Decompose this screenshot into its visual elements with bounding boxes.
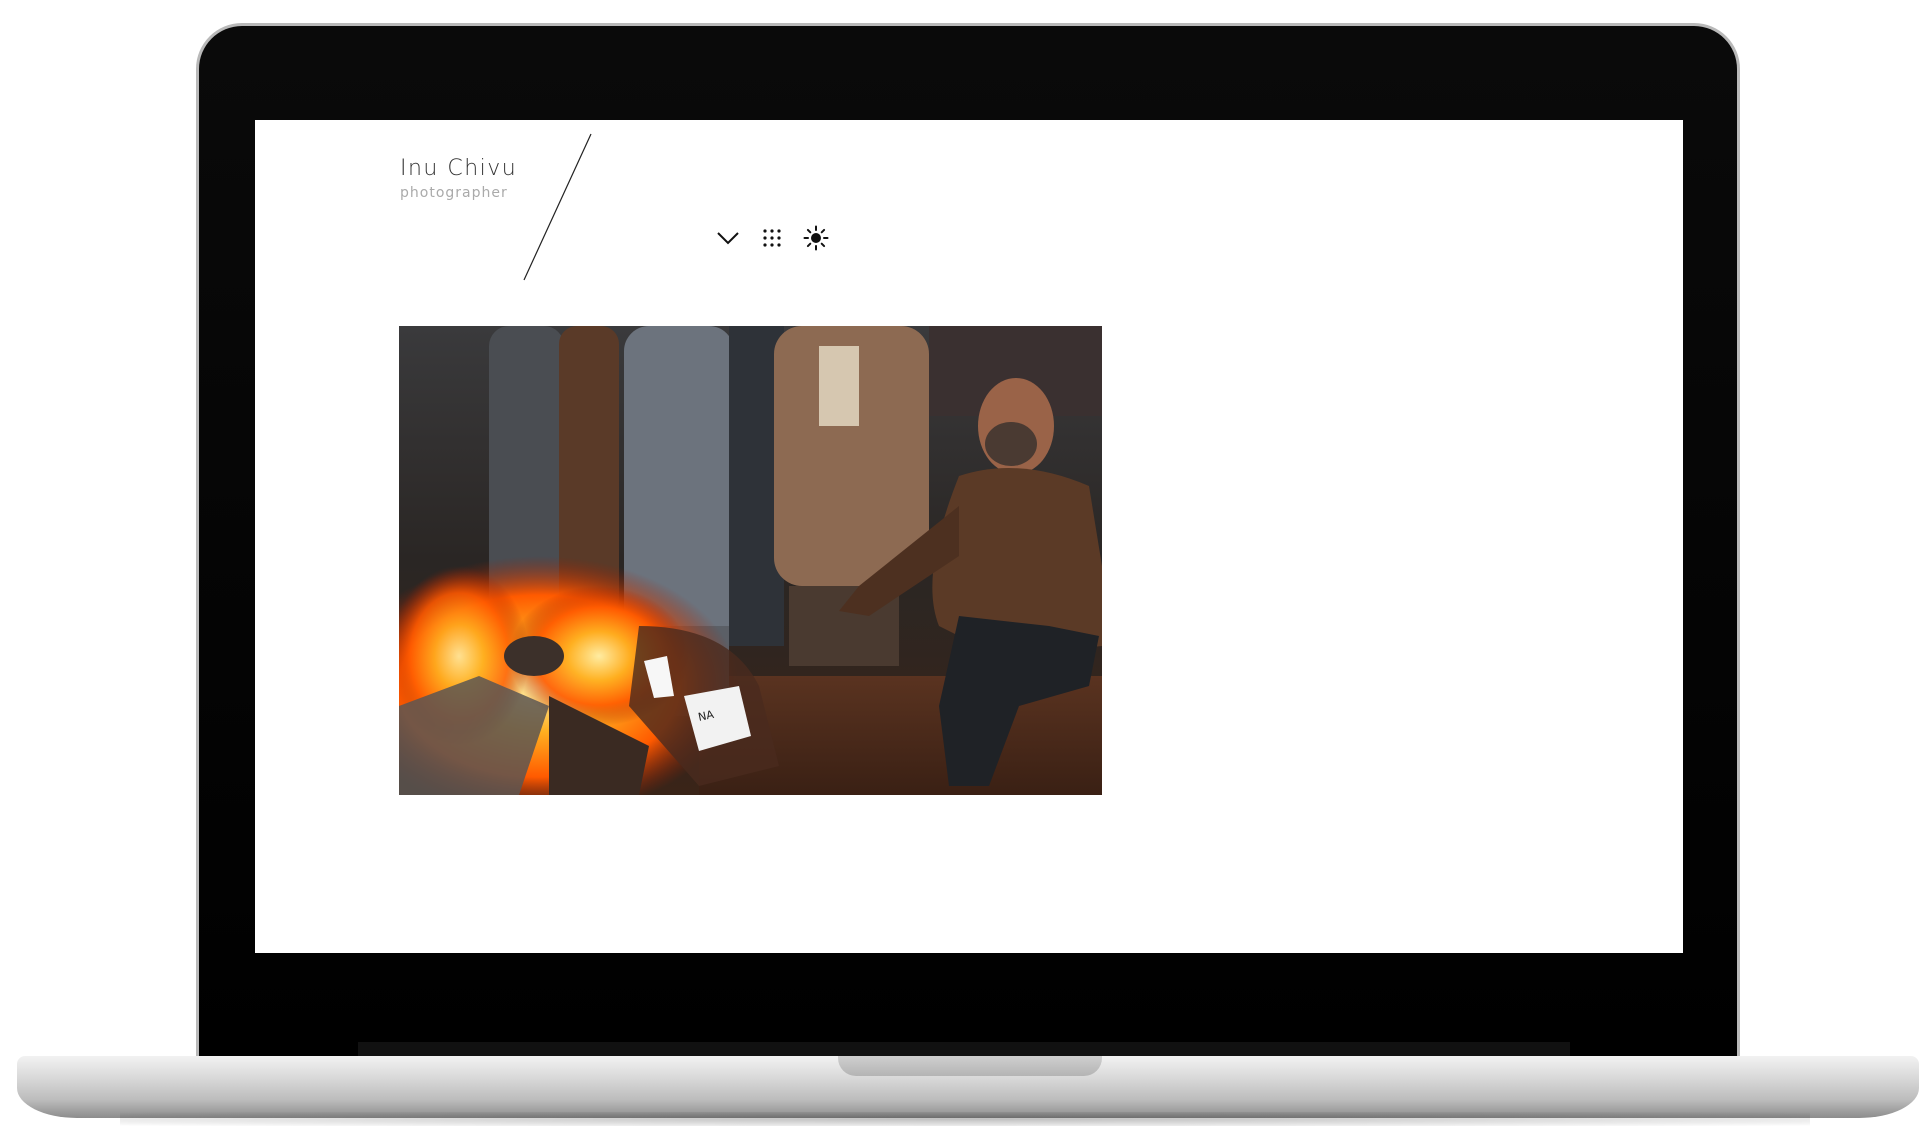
site-tagline: photographer (400, 185, 508, 201)
chevron-down-icon[interactable] (715, 225, 741, 251)
header-icons (715, 225, 829, 251)
fire-and-crowd-photo[interactable]: NA (399, 326, 1102, 795)
laptop-bezel-bottom (358, 1042, 1570, 1056)
header-divider-line (523, 133, 592, 281)
sun-icon[interactable] (803, 225, 829, 251)
laptop-shadow (120, 1112, 1810, 1126)
site-header: Inu Chivu photographer (400, 156, 517, 201)
site-title[interactable]: Inu Chivu (400, 156, 517, 181)
laptop-screen: Inu Chivu photographer NA (255, 120, 1683, 953)
grid-dots-icon[interactable] (759, 225, 785, 251)
laptop-notch (838, 1056, 1102, 1076)
